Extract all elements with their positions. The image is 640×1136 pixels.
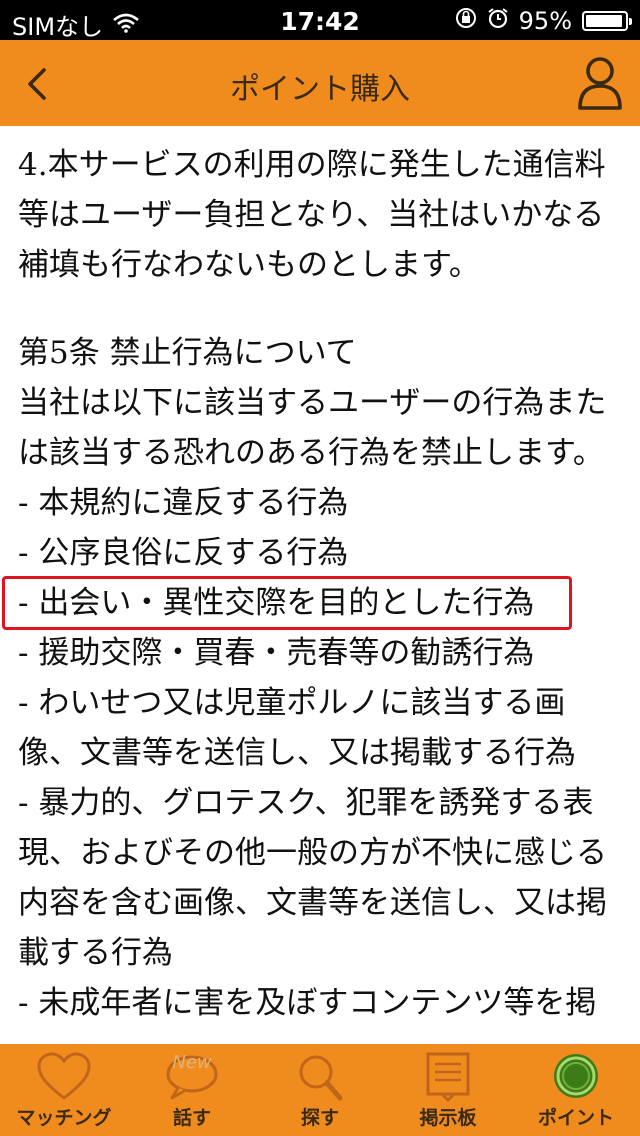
text-line: 像、文書等を送信し、又は掲載する行為 [18, 735, 576, 771]
battery-level-fill [586, 15, 622, 27]
text-line: 等はユーザー負担となり、当社はいかなる [18, 197, 605, 233]
alarm-icon [487, 7, 509, 35]
text-line [18, 290, 628, 328]
magnifier-icon [299, 1055, 343, 1101]
list-item: - わいせつ又は児童ポルノに該当する画 [18, 685, 566, 721]
status-bar: SIMなし 17:42 95% [0, 0, 640, 41]
section-heading: 第5条 禁止行為について [18, 335, 357, 371]
tab-bar: マッチング New 話す 探す 掲示板 ポイント [0, 1044, 640, 1136]
tab-label: マッチング [16, 1107, 112, 1129]
coin-icon [554, 1054, 598, 1098]
text-line: 4.本サービスの利用の際に発生した通信料 [18, 147, 606, 183]
tab-label: 掲示板 [419, 1107, 477, 1129]
list-item: - 公序良俗に反する行為 [18, 535, 349, 571]
navigation-bar: ポイント購入 [0, 40, 640, 126]
tab-talk[interactable]: New 話す [128, 1044, 256, 1136]
page-title: ポイント購入 [230, 72, 410, 107]
board-icon [426, 1052, 470, 1102]
battery-icon [582, 11, 632, 31]
list-item: - 援助交際・買春・売春等の勧誘行為 [18, 635, 535, 671]
highlight-box [2, 576, 572, 630]
account-button[interactable] [574, 54, 626, 114]
tab-label: 話す [172, 1107, 211, 1129]
orientation-lock-icon [455, 7, 477, 35]
tab-search[interactable]: 探す [256, 1044, 384, 1136]
tab-matching[interactable]: マッチング [0, 1044, 128, 1136]
tab-points[interactable]: ポイント [512, 1044, 640, 1136]
terms-content[interactable]: 4.本サービスの利用の際に発生した通信料 等はユーザー負担となり、当社はいかなる… [0, 126, 640, 1044]
text-line: 現、およびその他一般の方が不快に感じる [18, 835, 607, 871]
tab-board[interactable]: 掲示板 [384, 1044, 512, 1136]
text-line: 載する行為 [18, 935, 173, 971]
battery-percent: 95% [518, 7, 572, 35]
text-line: 当社は以下に該当するユーザーの行為また [18, 385, 607, 421]
text-line: 補填も行なわないものとします。 [18, 247, 480, 283]
list-item: - 未成年者に害を及ぼすコンテンツ等を掲 [18, 985, 597, 1021]
text-line: は該当する恐れのある行為を禁止します。 [18, 435, 604, 471]
list-item: - 暴力的、グロテスク、犯罪を誘発する表 [18, 785, 594, 821]
tab-label: 探す [300, 1107, 339, 1129]
text-line: 内容を含む画像、文書等を送信し、又は掲 [18, 885, 607, 921]
new-badge: New [172, 1052, 212, 1073]
tab-label: ポイント [537, 1107, 614, 1129]
user-icon [578, 57, 622, 110]
heart-icon [37, 1052, 91, 1100]
list-item: - 本規約に違反する行為 [18, 485, 349, 521]
